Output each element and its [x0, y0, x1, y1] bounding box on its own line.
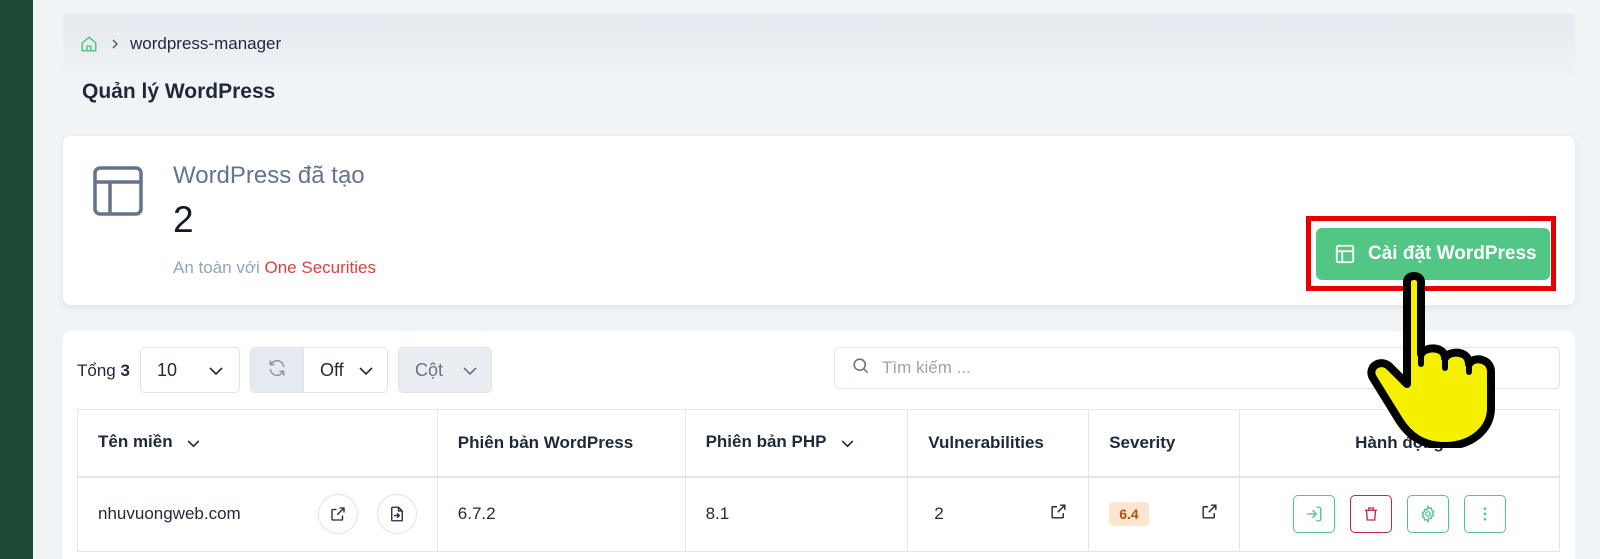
cell-severity: 6.4	[1088, 476, 1241, 552]
page-size-select[interactable]: 10	[140, 347, 240, 393]
total-count: Tổng 3	[77, 361, 130, 381]
header-domain[interactable]: Tên miền	[77, 409, 438, 478]
severity-badge: 6.4	[1109, 502, 1149, 527]
auto-refresh-group: Off	[250, 347, 388, 393]
header-php-label: Phiên bản PHP	[705, 432, 827, 452]
stats-value: 2	[173, 199, 194, 240]
home-icon[interactable]	[80, 35, 98, 53]
refresh-interval-value: Off	[320, 359, 344, 380]
brand-link[interactable]: One Securities	[265, 258, 377, 277]
external-link-icon[interactable]	[1049, 502, 1068, 526]
external-link-icon	[331, 507, 345, 521]
cell-vulnerabilities: 2	[907, 476, 1090, 552]
chevron-down-icon	[187, 433, 200, 453]
chevron-down-icon	[359, 360, 373, 381]
header-wp-version: Phiên bản WordPress	[436, 409, 686, 478]
open-site-button[interactable]	[318, 494, 359, 535]
search-input[interactable]	[882, 358, 1382, 378]
cell-php-version: 8.1	[684, 476, 909, 552]
cell-wp-version: 6.7.2	[436, 476, 686, 552]
header-severity: Severity	[1088, 409, 1241, 478]
breadcrumb: wordpress-manager	[63, 14, 1575, 74]
total-label: Tổng	[77, 361, 116, 380]
file-login-icon	[390, 506, 403, 522]
refresh-icon	[267, 358, 287, 383]
vulnerabilities-count: 2	[934, 504, 944, 524]
gear-icon	[1421, 505, 1435, 524]
login-admin-button[interactable]	[376, 494, 417, 535]
cell-domain: nhuvuongweb.com	[77, 476, 438, 552]
install-wordpress-label: Cài đặt WordPress	[1368, 243, 1537, 264]
refresh-interval-select[interactable]: Off	[304, 348, 387, 392]
page-size-value: 10	[157, 359, 178, 380]
more-options-button[interactable]	[1464, 495, 1507, 534]
columns-button[interactable]: Cột	[398, 347, 492, 393]
header-php-version[interactable]: Phiên bản PHP	[684, 409, 909, 478]
login-icon	[1307, 506, 1322, 522]
table-row: nhuvuongweb.com 6.7.2 8.1 2 6.4	[77, 476, 1560, 552]
chevron-down-icon	[841, 433, 854, 453]
chevron-right-icon	[110, 39, 120, 49]
stats-title: WordPress đã tạo	[173, 162, 365, 189]
chevron-down-icon	[463, 360, 477, 381]
stats-subtitle: An toàn với One Securities	[173, 258, 376, 278]
refresh-button[interactable]	[251, 348, 304, 392]
more-vertical-icon	[1483, 507, 1487, 521]
stats-subtitle-prefix: An toàn với	[173, 258, 260, 277]
login-button[interactable]	[1293, 495, 1336, 534]
table-header-row: Tên miền Phiên bản WordPress Phiên bản P…	[77, 409, 1560, 478]
header-vulnerabilities: Vulnerabilities	[907, 409, 1090, 478]
columns-label: Cột	[415, 359, 444, 380]
pointer-hand-icon	[1367, 272, 1495, 448]
wordpress-table: Tên miền Phiên bản WordPress Phiên bản P…	[77, 409, 1560, 552]
breadcrumb-current[interactable]: wordpress-manager	[130, 34, 281, 54]
trash-icon	[1365, 507, 1378, 521]
external-link-icon[interactable]	[1200, 502, 1219, 526]
settings-button[interactable]	[1407, 495, 1450, 534]
domain-text: nhuvuongweb.com	[98, 504, 241, 524]
sidebar-strip	[0, 0, 33, 559]
total-value: 3	[120, 361, 130, 380]
layout-icon	[1334, 243, 1356, 265]
search-icon	[851, 356, 870, 380]
cell-actions	[1239, 476, 1560, 552]
chevron-down-icon	[209, 360, 223, 381]
page-title: Quản lý WordPress	[82, 80, 276, 103]
header-domain-label: Tên miền	[98, 432, 173, 452]
delete-button[interactable]	[1350, 495, 1393, 534]
layout-icon	[91, 164, 145, 218]
